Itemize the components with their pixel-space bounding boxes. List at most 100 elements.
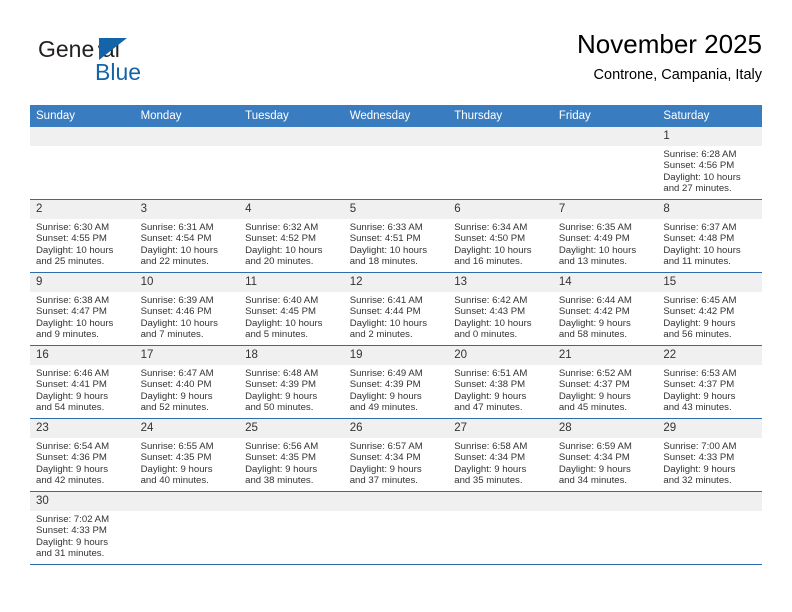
calendar-cell[interactable]: 19 Sunrise: 6:49 AM Sunset: 4:39 PM Dayligh… <box>343 345 449 419</box>
calendar-cell[interactable]: 9 Sunrise: 6:38 AM Sunset: 4:47 PM Daylight… <box>30 272 135 346</box>
day-cell[interactable]: 18 Sunrise: 6:48 AM Sunset: 4:39 PM Dayligh… <box>239 346 344 418</box>
day-cell[interactable]: 11 Sunrise: 6:40 AM Sunset: 4:45 PM Dayligh… <box>239 273 344 345</box>
calendar-week-row: 1 Sunrise: 6:28 AM Sunset: 4:56 PM Daylight… <box>30 127 762 200</box>
day-cell[interactable]: 15 Sunrise: 6:45 AM Sunset: 4:42 PM Dayligh… <box>657 273 762 345</box>
calendar-cell[interactable]: 22 Sunrise: 6:53 AM Sunset: 4:37 PM Dayligh… <box>657 345 762 419</box>
calendar-cell[interactable]: 30 Sunrise: 7:02 AM Sunset: 4:33 PM Dayligh… <box>30 491 135 565</box>
calendar-cell[interactable]: 25 Sunrise: 6:56 AM Sunset: 4:35 PM Dayligh… <box>239 418 344 492</box>
calendar-cell[interactable]: 1 Sunrise: 6:28 AM Sunset: 4:56 PM Daylight… <box>657 127 762 200</box>
calendar-body: 1 Sunrise: 6:28 AM Sunset: 4:56 PM Daylight… <box>30 127 762 565</box>
day-cell[interactable]: 27 Sunrise: 6:58 AM Sunset: 4:34 PM Dayligh… <box>448 419 553 491</box>
calendar-cell[interactable] <box>657 491 762 565</box>
brand-logo[interactable]: General Blue <box>38 36 228 92</box>
calendar-cell[interactable]: 18 Sunrise: 6:48 AM Sunset: 4:39 PM Dayligh… <box>239 345 344 419</box>
calendar-cell[interactable]: 3 Sunrise: 6:31 AM Sunset: 4:54 PM Daylight… <box>134 199 240 273</box>
sun-info-sunrise: Sunrise: 6:51 AM <box>454 368 528 379</box>
calendar-cell[interactable]: 21 Sunrise: 6:52 AM Sunset: 4:37 PM Dayligh… <box>552 345 658 419</box>
sun-info-sunrise: Sunrise: 6:45 AM <box>663 295 737 306</box>
calendar-cell[interactable]: 28 Sunrise: 6:59 AM Sunset: 4:34 PM Dayligh… <box>552 418 658 492</box>
calendar-cell[interactable]: 12 Sunrise: 6:41 AM Sunset: 4:44 PM Dayligh… <box>343 272 449 346</box>
calendar-cell[interactable]: 20 Sunrise: 6:51 AM Sunset: 4:38 PM Dayligh… <box>448 345 553 419</box>
calendar-cell[interactable]: 6 Sunrise: 6:34 AM Sunset: 4:50 PM Daylight… <box>448 199 553 273</box>
day-cell[interactable]: 17 Sunrise: 6:47 AM Sunset: 4:40 PM Dayligh… <box>134 346 240 418</box>
day-cell[interactable]: 13 Sunrise: 6:42 AM Sunset: 4:43 PM Dayligh… <box>448 273 553 345</box>
calendar-cell[interactable]: 13 Sunrise: 6:42 AM Sunset: 4:43 PM Dayligh… <box>448 272 553 346</box>
day-number: 4 <box>239 200 344 219</box>
calendar-cell[interactable]: 29 Sunrise: 7:00 AM Sunset: 4:33 PM Dayligh… <box>657 418 762 492</box>
day-cell[interactable]: 3 Sunrise: 6:31 AM Sunset: 4:54 PM Daylight… <box>134 200 240 272</box>
day-cell[interactable]: 26 Sunrise: 6:57 AM Sunset: 4:34 PM Dayligh… <box>343 419 449 491</box>
day-cell[interactable]: 5 Sunrise: 6:33 AM Sunset: 4:51 PM Daylight… <box>343 200 449 272</box>
day-number: 20 <box>448 346 553 365</box>
calendar-cell[interactable]: 4 Sunrise: 6:32 AM Sunset: 4:52 PM Daylight… <box>239 199 344 273</box>
calendar-cell[interactable] <box>239 127 344 200</box>
day-cell[interactable]: 7 Sunrise: 6:35 AM Sunset: 4:49 PM Daylight… <box>552 200 658 272</box>
sun-info-daylight2: and 47 minutes. <box>454 402 523 414</box>
calendar-cell[interactable]: 8 Sunrise: 6:37 AM Sunset: 4:48 PM Daylight… <box>657 199 762 273</box>
sun-info: Sunrise: 6:59 AM Sunset: 4:34 PM Daylight:… <box>553 438 658 487</box>
calendar-cell[interactable]: 16 Sunrise: 6:46 AM Sunset: 4:41 PM Dayligh… <box>30 345 135 419</box>
day-number <box>343 127 449 146</box>
calendar-cell[interactable] <box>134 491 240 565</box>
sun-info-sunset: Sunset: 4:48 PM <box>663 233 735 245</box>
calendar-cell[interactable] <box>448 127 553 200</box>
calendar-cell[interactable] <box>343 491 449 565</box>
day-cell[interactable]: 16 Sunrise: 6:46 AM Sunset: 4:41 PM Dayligh… <box>30 346 135 418</box>
sun-info-sunset: Sunset: 4:54 PM <box>140 233 212 245</box>
calendar-cell[interactable]: 2 Sunrise: 6:30 AM Sunset: 4:55 PM Daylight… <box>30 199 135 273</box>
sun-info-sunrise: Sunrise: 6:58 AM <box>454 441 528 452</box>
calendar-cell[interactable]: 11 Sunrise: 6:40 AM Sunset: 4:45 PM Dayligh… <box>239 272 344 346</box>
calendar-cell[interactable] <box>552 491 658 565</box>
calendar-cell[interactable] <box>30 127 135 200</box>
day-cell[interactable]: 29 Sunrise: 7:00 AM Sunset: 4:33 PM Dayligh… <box>657 419 762 491</box>
sun-info-daylight1: Daylight: 9 hours <box>140 390 213 402</box>
sun-info-sunset: Sunset: 4:49 PM <box>558 233 630 245</box>
calendar-cell[interactable]: 17 Sunrise: 6:47 AM Sunset: 4:40 PM Dayligh… <box>134 345 240 419</box>
sun-info-daylight2: and 37 minutes. <box>349 475 418 487</box>
calendar-cell[interactable] <box>448 491 553 565</box>
day-cell[interactable]: 23 Sunrise: 6:54 AM Sunset: 4:36 PM Dayligh… <box>30 419 135 491</box>
calendar-cell[interactable] <box>134 127 240 200</box>
day-cell[interactable]: 24 Sunrise: 6:55 AM Sunset: 4:35 PM Dayligh… <box>134 419 240 491</box>
calendar-page: General Blue November 2025 Controne, Cam… <box>0 0 792 612</box>
day-cell[interactable]: 14 Sunrise: 6:44 AM Sunset: 4:42 PM Dayligh… <box>552 273 658 345</box>
sun-info-daylight1: Daylight: 9 hours <box>663 463 736 475</box>
sun-info: Sunrise: 7:00 AM Sunset: 4:33 PM Daylight:… <box>657 438 762 487</box>
day-cell[interactable]: 22 Sunrise: 6:53 AM Sunset: 4:37 PM Dayligh… <box>657 346 762 418</box>
day-cell[interactable]: 10 Sunrise: 6:39 AM Sunset: 4:46 PM Dayligh… <box>134 273 240 345</box>
calendar-cell[interactable]: 27 Sunrise: 6:58 AM Sunset: 4:34 PM Dayligh… <box>448 418 553 492</box>
calendar-cell[interactable]: 23 Sunrise: 6:54 AM Sunset: 4:36 PM Dayligh… <box>30 418 135 492</box>
sun-info-sunrise: Sunrise: 6:56 AM <box>245 441 319 452</box>
day-cell[interactable]: 28 Sunrise: 6:59 AM Sunset: 4:34 PM Dayligh… <box>552 419 658 491</box>
sun-info-daylight1: Daylight: 10 hours <box>663 171 741 183</box>
calendar-cell[interactable]: 15 Sunrise: 6:45 AM Sunset: 4:42 PM Dayligh… <box>657 272 762 346</box>
calendar-cell[interactable] <box>239 491 344 565</box>
calendar-cell[interactable]: 26 Sunrise: 6:57 AM Sunset: 4:34 PM Dayligh… <box>343 418 449 492</box>
day-number: 26 <box>343 419 449 438</box>
calendar-cell[interactable] <box>552 127 658 200</box>
day-cell[interactable]: 2 Sunrise: 6:30 AM Sunset: 4:55 PM Daylight… <box>30 200 135 272</box>
sun-info-sunrise: Sunrise: 6:57 AM <box>349 441 423 452</box>
calendar-cell[interactable]: 7 Sunrise: 6:35 AM Sunset: 4:49 PM Daylight… <box>552 199 658 273</box>
calendar-cell[interactable]: 14 Sunrise: 6:44 AM Sunset: 4:42 PM Dayligh… <box>552 272 658 346</box>
sun-info-daylight1: Daylight: 10 hours <box>454 317 532 329</box>
calendar-cell[interactable] <box>343 127 449 200</box>
sun-info-daylight1: Daylight: 10 hours <box>454 244 532 256</box>
day-cell[interactable]: 12 Sunrise: 6:41 AM Sunset: 4:44 PM Dayligh… <box>343 273 449 345</box>
day-cell[interactable]: 21 Sunrise: 6:52 AM Sunset: 4:37 PM Dayligh… <box>552 346 658 418</box>
day-cell[interactable]: 19 Sunrise: 6:49 AM Sunset: 4:39 PM Dayligh… <box>343 346 449 418</box>
sun-info-daylight1: Daylight: 9 hours <box>454 390 527 402</box>
day-cell[interactable]: 6 Sunrise: 6:34 AM Sunset: 4:50 PM Daylight… <box>448 200 553 272</box>
weekday-header-wednesday: Wednesday <box>343 105 449 127</box>
calendar-cell[interactable]: 10 Sunrise: 6:39 AM Sunset: 4:46 PM Dayligh… <box>134 272 240 346</box>
day-cell[interactable]: 20 Sunrise: 6:51 AM Sunset: 4:38 PM Dayligh… <box>448 346 553 418</box>
sun-info-daylight1: Daylight: 10 hours <box>663 244 741 256</box>
day-cell[interactable]: 9 Sunrise: 6:38 AM Sunset: 4:47 PM Daylight… <box>30 273 135 345</box>
calendar-cell[interactable]: 5 Sunrise: 6:33 AM Sunset: 4:51 PM Daylight… <box>343 199 449 273</box>
day-cell[interactable]: 4 Sunrise: 6:32 AM Sunset: 4:52 PM Daylight… <box>239 200 344 272</box>
day-cell[interactable]: 8 Sunrise: 6:37 AM Sunset: 4:48 PM Daylight… <box>657 200 762 272</box>
day-cell[interactable]: 1 Sunrise: 6:28 AM Sunset: 4:56 PM Daylight… <box>657 127 762 199</box>
calendar-cell[interactable]: 24 Sunrise: 6:55 AM Sunset: 4:35 PM Dayligh… <box>134 418 240 492</box>
day-cell[interactable]: 25 Sunrise: 6:56 AM Sunset: 4:35 PM Dayligh… <box>239 419 344 491</box>
day-cell[interactable]: 30 Sunrise: 7:02 AM Sunset: 4:33 PM Dayligh… <box>30 492 135 564</box>
